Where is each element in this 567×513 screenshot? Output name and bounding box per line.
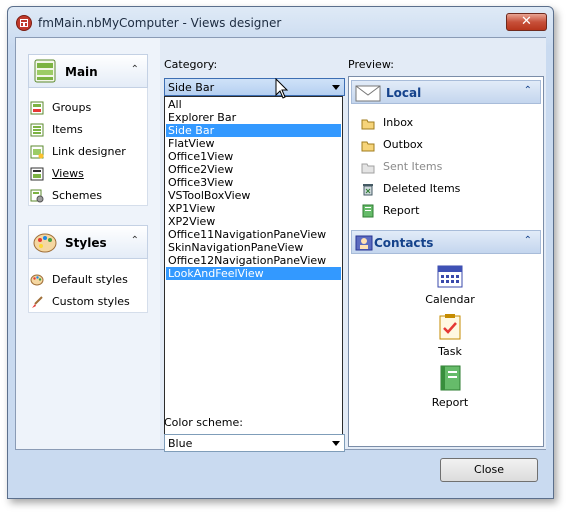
color-scheme-value: Blue: [168, 437, 193, 450]
preview-item-label: Outbox: [383, 138, 423, 151]
palette-icon: [30, 274, 44, 286]
window-close-button[interactable]: ✕: [506, 13, 547, 31]
task-icon: [439, 314, 461, 340]
groups-icon: [30, 101, 44, 115]
category-option[interactable]: SkinNavigationPaneView: [166, 241, 341, 254]
nav-item-label: Link designer: [52, 145, 126, 158]
preview-item-label: Report: [383, 204, 420, 217]
category-option[interactable]: LookAndFeelView: [166, 267, 341, 280]
app-icon: [16, 15, 32, 31]
preview-large-item-calendar[interactable]: Calendar: [410, 261, 490, 306]
category-dropdown-list[interactable]: All Explorer Bar Side Bar FlatView Office1Vi…: [164, 96, 343, 436]
category-option[interactable]: Office2View: [166, 163, 341, 176]
preview-item-label: Sent Items: [383, 160, 443, 173]
preview-group-header-contacts[interactable]: Contacts ⌃: [351, 230, 541, 254]
inbox-icon: [361, 119, 375, 130]
category-option[interactable]: Side Bar: [166, 124, 341, 137]
nav-item-label: Default styles: [52, 273, 128, 286]
link-designer-icon: [30, 145, 44, 159]
color-scheme-label: Color scheme:: [164, 416, 243, 429]
category-label: Category:: [164, 58, 218, 71]
styles-group-icon: [33, 233, 57, 253]
brush-icon: [32, 296, 43, 308]
notebook-icon: [440, 365, 461, 391]
category-option[interactable]: Explorer Bar: [166, 111, 341, 124]
trash-icon: [363, 184, 373, 196]
category-option[interactable]: XP2View: [166, 215, 341, 228]
main-group-icon: [34, 59, 56, 83]
calendar-icon: [437, 265, 463, 288]
preview-item-label: Deleted Items: [383, 182, 461, 195]
designer-panel: Category: Side Bar All Explorer Bar Side B…: [160, 38, 546, 452]
category-option[interactable]: Office12NavigationPaneView: [166, 254, 341, 267]
report-icon: [362, 204, 374, 218]
nav-item-label: Items: [52, 123, 83, 136]
category-option[interactable]: Office1View: [166, 150, 341, 163]
preview-large-item-label: Task: [438, 345, 462, 358]
nav-item-label: Custom styles: [52, 295, 130, 308]
category-combobox[interactable]: Side Bar: [164, 78, 345, 96]
category-option[interactable]: VSToolBoxView: [166, 189, 341, 202]
schemes-icon: [30, 189, 44, 203]
category-option[interactable]: FlatView: [166, 137, 341, 150]
title-bar[interactable]: fmMain.nbMyComputer - Views designer ✕: [8, 7, 553, 37]
collapse-chevron-icon[interactable]: ⌃: [524, 235, 532, 246]
collapse-chevron-icon[interactable]: ⌃: [524, 85, 532, 96]
preview-group-caption: Contacts: [374, 236, 434, 250]
items-icon: [30, 123, 44, 137]
collapse-chevron-icon[interactable]: ⌃: [131, 64, 139, 75]
color-scheme-combobox[interactable]: Blue: [164, 434, 345, 452]
preview-large-item-report[interactable]: Report: [410, 364, 490, 409]
group-header-styles[interactable]: Styles ⌃: [28, 225, 148, 259]
preview-large-item-label: Calendar: [425, 293, 475, 306]
dropdown-arrow-icon[interactable]: [332, 85, 340, 90]
nav-item-label: Schemes: [52, 189, 102, 202]
preview-pane: Local ⌃ Inbox Outbox Sent Items Deleted …: [348, 76, 544, 447]
views-icon: [30, 167, 44, 181]
category-option[interactable]: Office11NavigationPaneView: [166, 228, 341, 241]
preview-large-item-label: Report: [431, 396, 469, 409]
category-option[interactable]: Office3View: [166, 176, 341, 189]
nav-item-label: Views: [52, 167, 84, 180]
category-option[interactable]: XP1View: [166, 202, 341, 215]
outbox-icon: [361, 141, 375, 152]
close-button[interactable]: Close: [440, 458, 538, 482]
category-option[interactable]: All: [166, 98, 341, 111]
dropdown-arrow-icon[interactable]: [332, 441, 340, 446]
group-caption-styles: Styles: [65, 236, 107, 250]
preview-label: Preview:: [348, 58, 394, 71]
navbar: Main ⌃ Groups Items Link designer Views: [16, 38, 157, 449]
mouse-cursor-icon: [275, 78, 289, 99]
collapse-chevron-icon[interactable]: ⌃: [131, 235, 139, 246]
envelope-icon: [355, 85, 381, 102]
group-caption-main: Main: [65, 65, 98, 79]
preview-item-label: Inbox: [383, 116, 414, 129]
preview-large-item-task[interactable]: Task: [410, 313, 490, 358]
category-value: Side Bar: [168, 81, 215, 94]
sent-items-icon: [361, 163, 375, 174]
window-title: fmMain.nbMyComputer - Views designer: [38, 16, 282, 30]
preview-group-header-local[interactable]: Local ⌃: [351, 80, 541, 104]
nav-item-label: Groups: [52, 101, 92, 114]
group-header-main[interactable]: Main ⌃: [28, 54, 148, 88]
preview-group-caption: Local: [386, 86, 422, 100]
